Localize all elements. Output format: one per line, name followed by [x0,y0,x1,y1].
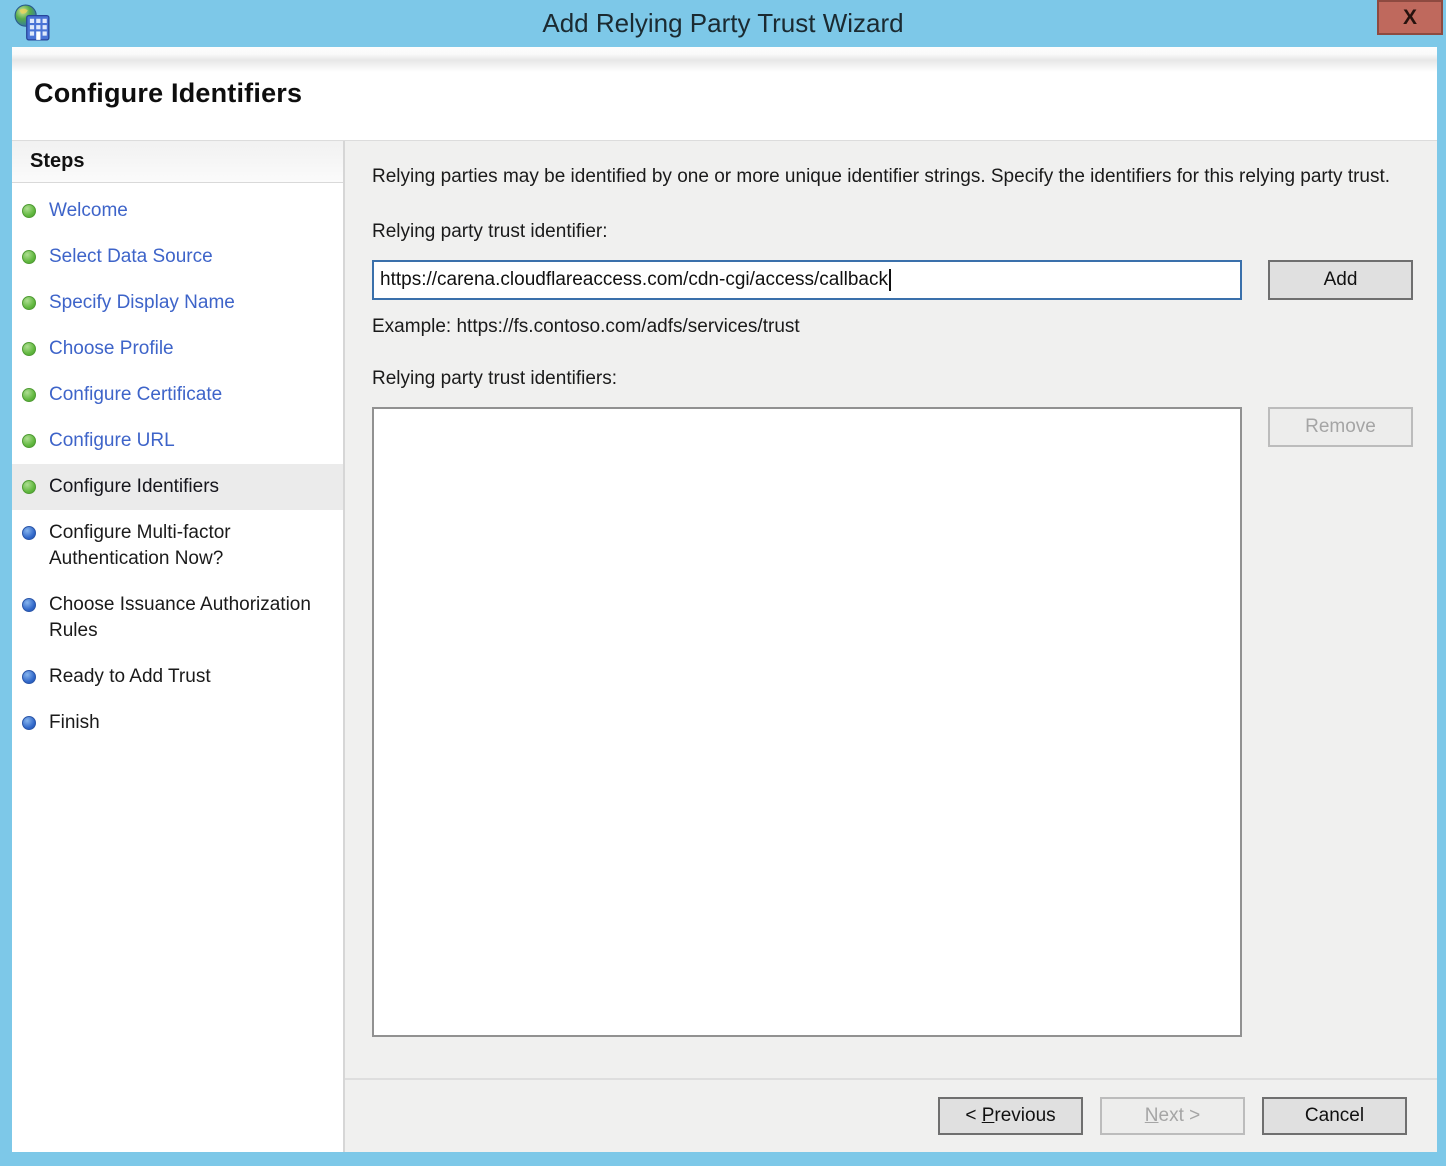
step-label: Finish [49,710,100,736]
step-status-icon [22,434,36,448]
step-label: Choose Profile [49,336,174,362]
panel-description: Relying parties may be identified by one… [372,163,1418,190]
text-caret [889,269,891,291]
close-button[interactable]: X [1377,0,1443,35]
identifier-input[interactable]: https://carena.cloudflareaccess.com/cdn-… [372,260,1242,300]
step-status-icon [22,480,36,494]
step-status-icon [22,526,36,540]
step-label: Choose Issuance Authorization Rules [49,592,339,644]
step-status-icon [22,670,36,684]
sidebar-step[interactable]: Configure Identifiers [12,464,343,510]
sidebar-step[interactable]: Specify Display Name [12,280,343,326]
sidebar-step[interactable]: Choose Profile [12,326,343,372]
sidebar-step: Ready to Add Trust [12,654,343,700]
identifier-example-text: Example: https://fs.contoso.com/adfs/ser… [372,316,1437,338]
configure-identifiers-panel: Relying parties may be identified by one… [345,141,1437,1078]
sidebar-step[interactable]: Configure Certificate [12,372,343,418]
identifier-input-value: https://carena.cloudflareaccess.com/cdn-… [380,269,888,291]
step-status-icon [22,342,36,356]
sidebar-step: Configure Multi-factor Authentication No… [12,510,343,582]
steps-sidebar: Steps Welcome Select Data Source Specify D… [12,141,345,1152]
step-label: Configure Certificate [49,382,222,408]
wizard-body: Configure Identifiers Steps Welcome Selec… [12,47,1437,1152]
step-label: Select Data Source [49,244,213,270]
identifiers-list-label: Relying party trust identifiers: [372,368,1437,390]
title-bar: Add Relying Party Trust Wizard X [0,0,1446,47]
cancel-button[interactable]: Cancel [1262,1097,1407,1135]
step-label: Configure Identifiers [49,474,219,500]
remove-button[interactable]: Remove [1268,407,1413,447]
sidebar-step[interactable]: Welcome [12,188,343,234]
add-button[interactable]: Add [1268,260,1413,300]
main-panel: Relying parties may be identified by one… [345,141,1437,1152]
wizard-footer: < Previous Next > Cancel [345,1078,1437,1152]
sidebar-step[interactable]: Configure URL [12,418,343,464]
step-label: Configure Multi-factor Authentication No… [49,520,339,572]
step-status-icon [22,204,36,218]
content-area: Steps Welcome Select Data Source Specify D… [12,140,1437,1152]
step-status-icon [22,388,36,402]
identifiers-listbox[interactable] [372,407,1242,1037]
steps-list: Welcome Select Data Source Specify Display… [12,183,343,746]
page-title: Configure Identifiers [34,78,302,109]
step-status-icon [22,716,36,730]
step-label: Ready to Add Trust [49,664,211,690]
step-label: Welcome [49,198,128,224]
window-title: Add Relying Party Trust Wizard [0,0,1446,47]
identifier-field-label: Relying party trust identifier: [372,221,1437,243]
wizard-window: Add Relying Party Trust Wizard X Configu… [0,0,1446,1166]
previous-button[interactable]: < Previous [938,1097,1083,1135]
sidebar-step[interactable]: Select Data Source [12,234,343,280]
steps-header: Steps [12,141,343,183]
step-status-icon [22,296,36,310]
step-status-icon [22,250,36,264]
sidebar-step: Finish [12,700,343,746]
page-header: Configure Identifiers [12,47,1437,140]
step-label: Specify Display Name [49,290,235,316]
step-label: Configure URL [49,428,175,454]
sidebar-step: Choose Issuance Authorization Rules [12,582,343,654]
step-status-icon [22,598,36,612]
next-button[interactable]: Next > [1100,1097,1245,1135]
